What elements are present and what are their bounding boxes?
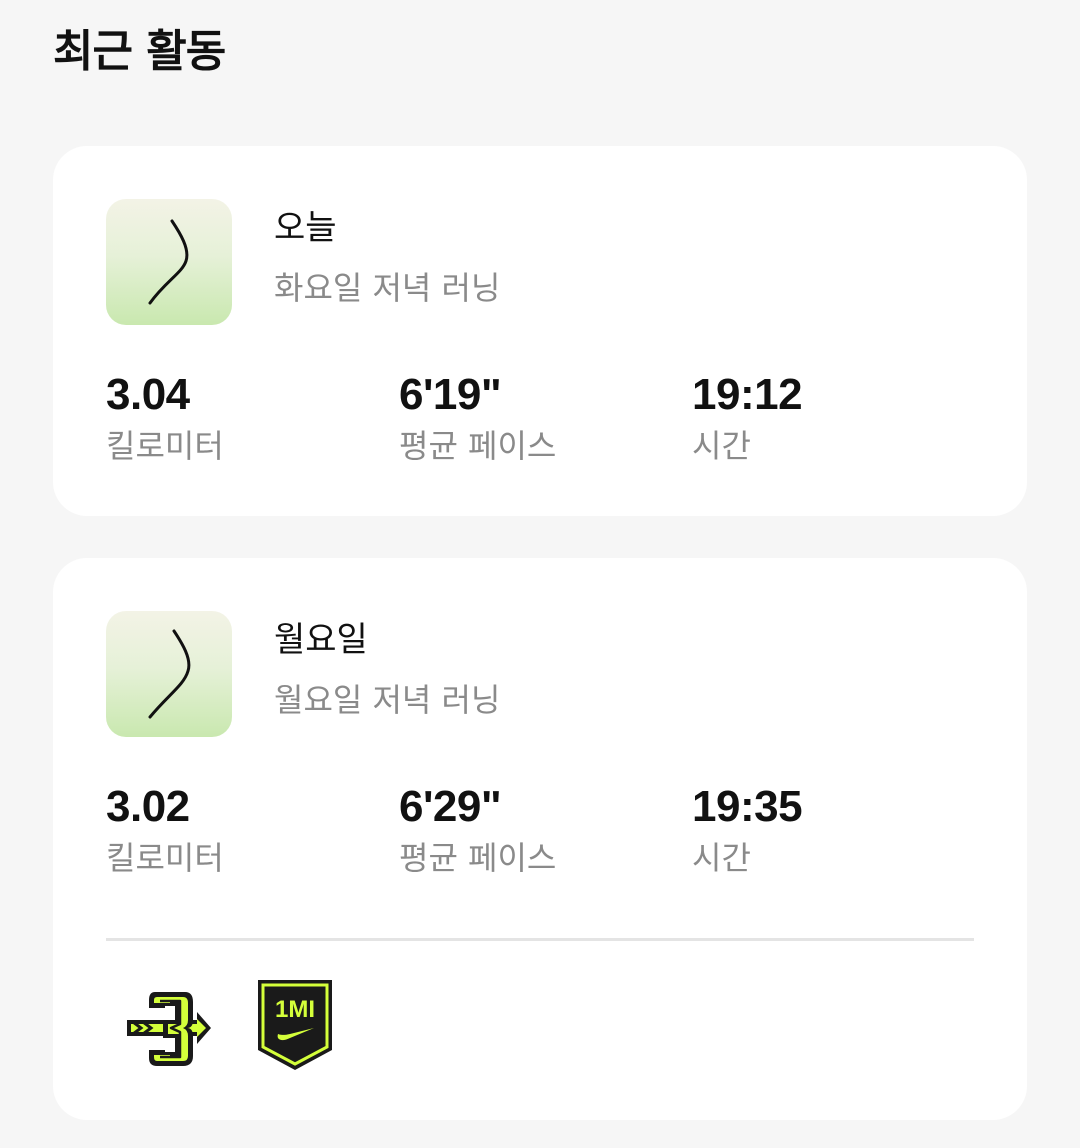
activity-card[interactable]: 월요일 월요일 저녁 러닝 3.02 킬로미터 6'29" 평균 페이스 19:… [53,558,1027,1120]
stat-value: 6'19" [399,370,502,419]
route-map-icon [148,629,191,719]
stat-time: 19:35 시간 [692,780,803,880]
stat-time: 19:12 시간 [692,368,803,468]
route-map-icon [148,219,189,305]
activity-name: 화요일 저녁 러닝 [274,269,501,307]
badge-text: 1MI [275,996,315,1023]
route-map-thumbnail [106,611,232,737]
stat-distance: 3.04 킬로미터 [106,368,224,468]
stat-label: 시간 [692,427,751,465]
stat-label: 시간 [692,839,751,877]
route-map-thumbnail [106,199,232,325]
stat-value: 6'29" [399,782,502,831]
stat-value: 19:35 [692,782,803,831]
stat-distance: 3.02 킬로미터 [106,780,224,880]
stat-pace: 6'19" 평균 페이스 [399,368,556,468]
activity-name: 월요일 저녁 러닝 [274,681,501,719]
card-divider [106,938,974,941]
activity-day: 오늘 [274,208,337,248]
activity-day: 월요일 [274,620,368,660]
stat-value: 3.02 [106,782,190,831]
stat-label: 킬로미터 [106,427,224,465]
one-mile-badge-icon[interactable]: 1MI [256,978,334,1072]
stat-pace: 6'29" 평균 페이스 [399,780,556,880]
stat-value: 19:12 [692,370,803,419]
stat-label: 평균 페이스 [399,427,557,465]
section-title: 최근 활동 [53,26,226,77]
activity-card[interactable]: 오늘 화요일 저녁 러닝 3.04 킬로미터 6'19" 평균 페이스 19:1… [53,146,1027,516]
three-runs-badge-icon[interactable] [127,986,211,1070]
stat-value: 3.04 [106,370,190,419]
stat-label: 평균 페이스 [399,839,557,877]
stat-label: 킬로미터 [106,839,224,877]
